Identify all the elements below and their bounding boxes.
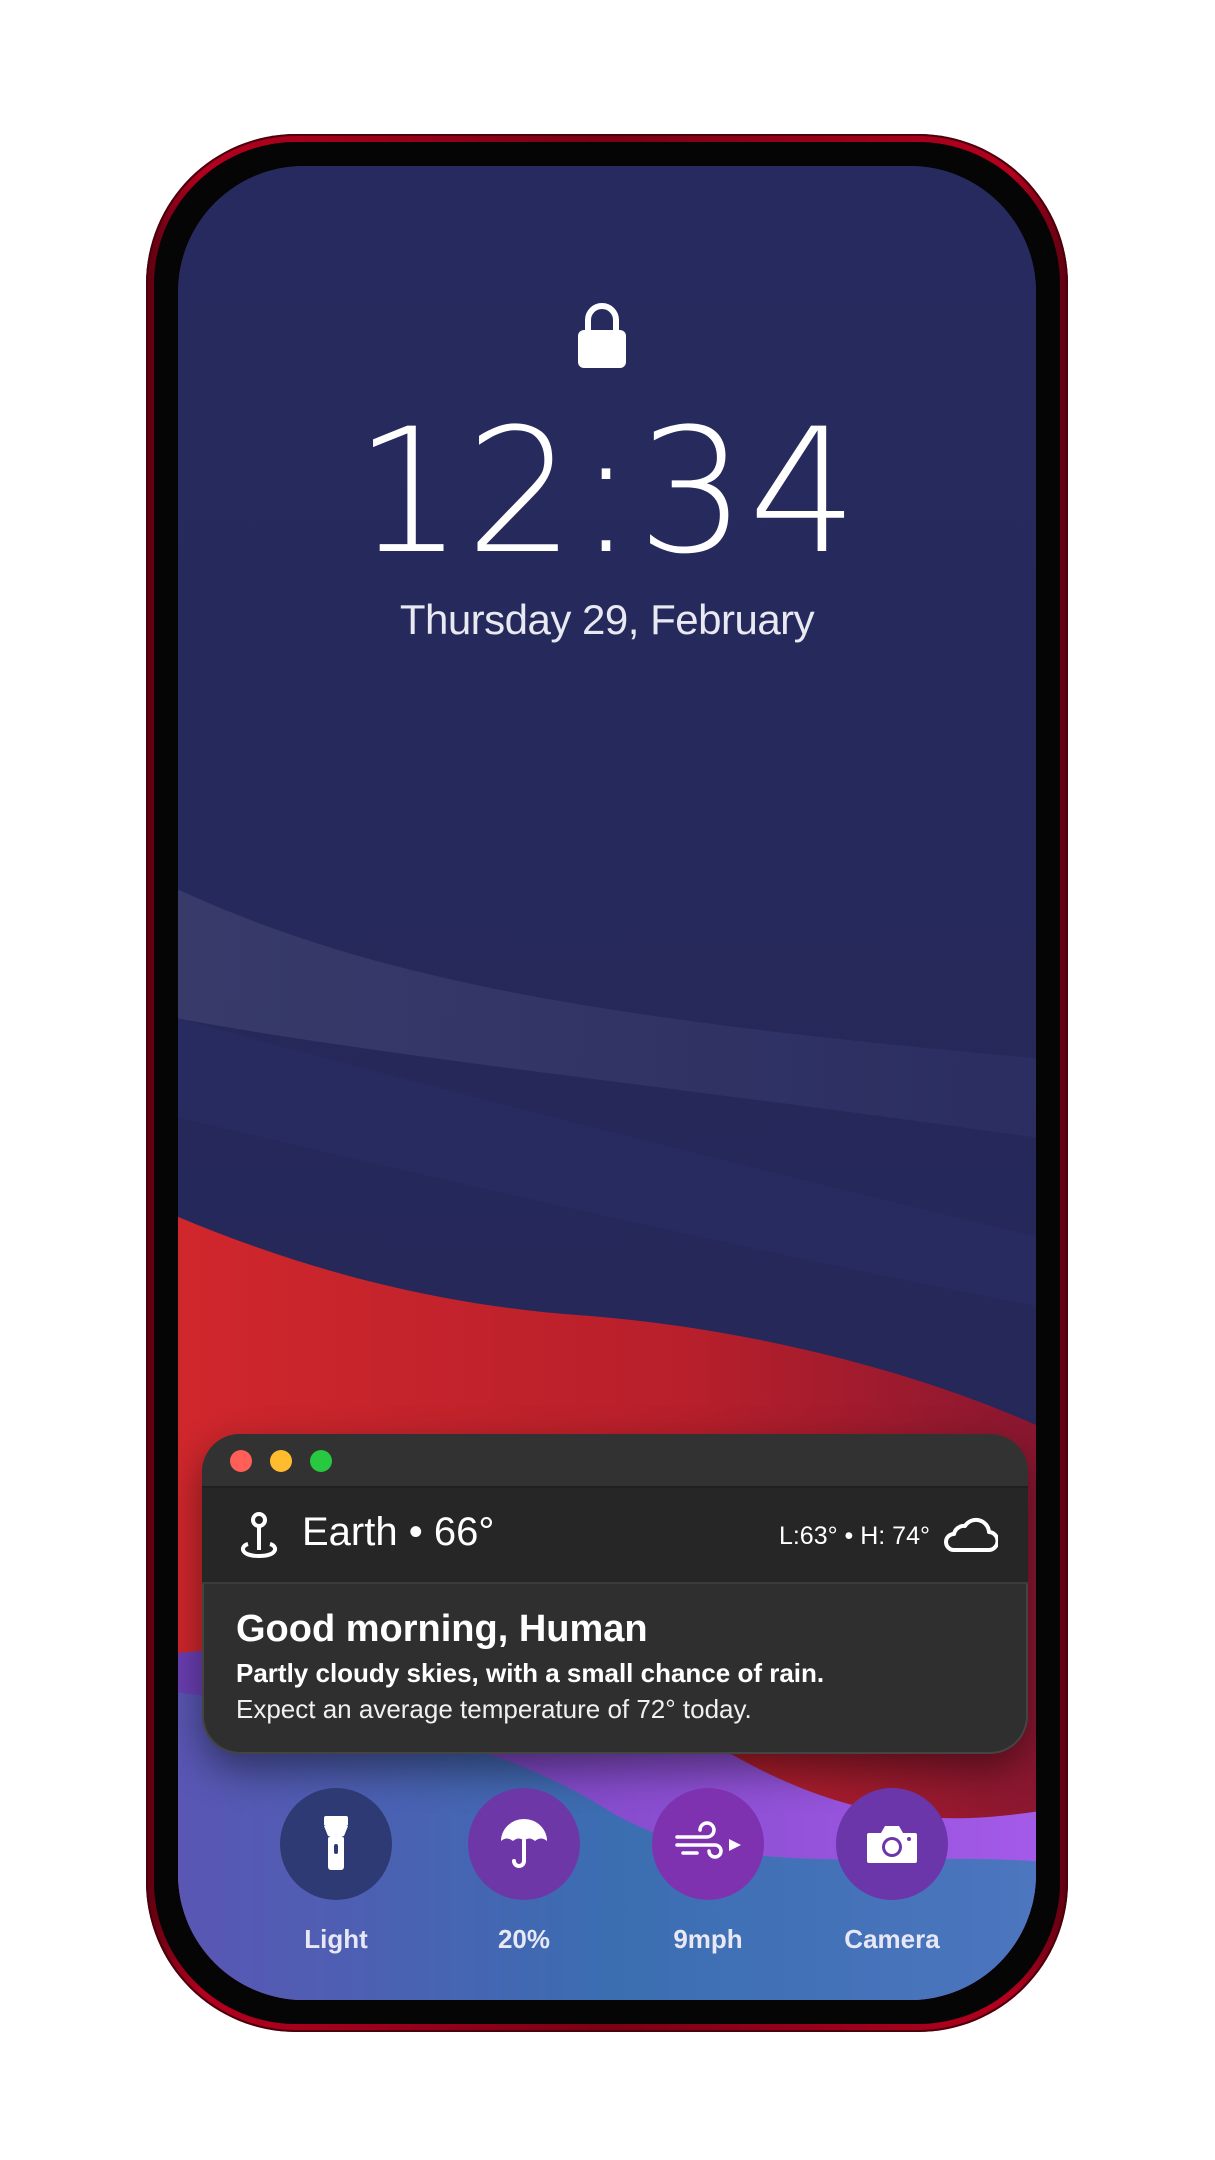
flashlight-button[interactable]	[280, 1788, 392, 1900]
umbrella-button[interactable]	[468, 1788, 580, 1900]
forecast-text: Partly cloudy skies, with a small chance…	[236, 1658, 825, 1688]
action-camera[interactable]: Camera	[836, 1788, 948, 1955]
lock-clock: 12:34	[354, 391, 860, 592]
minimize-window-button[interactable]	[270, 1450, 292, 1472]
location-pin-icon	[240, 1512, 278, 1559]
umbrella-icon	[501, 1819, 547, 1868]
location-temperature: Earth • 66°	[302, 1510, 495, 1554]
lock-date: Thursday 29, February	[399, 596, 815, 643]
action-wind[interactable]: 9mph	[652, 1788, 764, 1955]
stage: 12:34 Thursday 29, February Earth • 66° …	[0, 0, 1215, 2160]
lock-icon	[578, 303, 626, 368]
forecast-detail: Expect an average temperature of 72° tod…	[236, 1694, 752, 1724]
flashlight-icon	[324, 1816, 348, 1870]
wind-icon	[675, 1821, 741, 1859]
action-label-wind: 9mph	[673, 1924, 743, 1954]
camera-button[interactable]	[836, 1788, 948, 1900]
phone-frame: 12:34 Thursday 29, February Earth • 66° …	[146, 134, 1068, 2032]
window-titlebar	[202, 1434, 1028, 1488]
cloud-icon	[944, 1517, 998, 1552]
greeting-title: Good morning, Human	[236, 1608, 648, 1650]
action-label-light: Light	[304, 1924, 368, 1954]
close-window-button[interactable]	[230, 1450, 252, 1472]
action-label-camera: Camera	[844, 1924, 940, 1954]
wind-button[interactable]	[652, 1788, 764, 1900]
weather-widget[interactable]: Earth • 66° L:63° • H: 74° Good morning,…	[202, 1434, 1028, 1754]
action-light[interactable]: Light	[280, 1788, 392, 1955]
phone-bezel: 12:34 Thursday 29, February Earth • 66° …	[154, 142, 1060, 2024]
quick-actions: Light 20% 9mph Camera	[178, 1788, 1036, 1968]
low-high-temperature: L:63° • H: 74°	[778, 1522, 930, 1550]
maximize-window-button[interactable]	[310, 1450, 332, 1472]
lock-screen: 12:34 Thursday 29, February Earth • 66° …	[178, 166, 1036, 2000]
action-rain-chance[interactable]: 20%	[468, 1788, 580, 1955]
weather-summary-row: Earth • 66° L:63° • H: 74°	[202, 1488, 1028, 1584]
camera-icon	[867, 1826, 917, 1863]
action-label-rain: 20%	[497, 1924, 551, 1954]
